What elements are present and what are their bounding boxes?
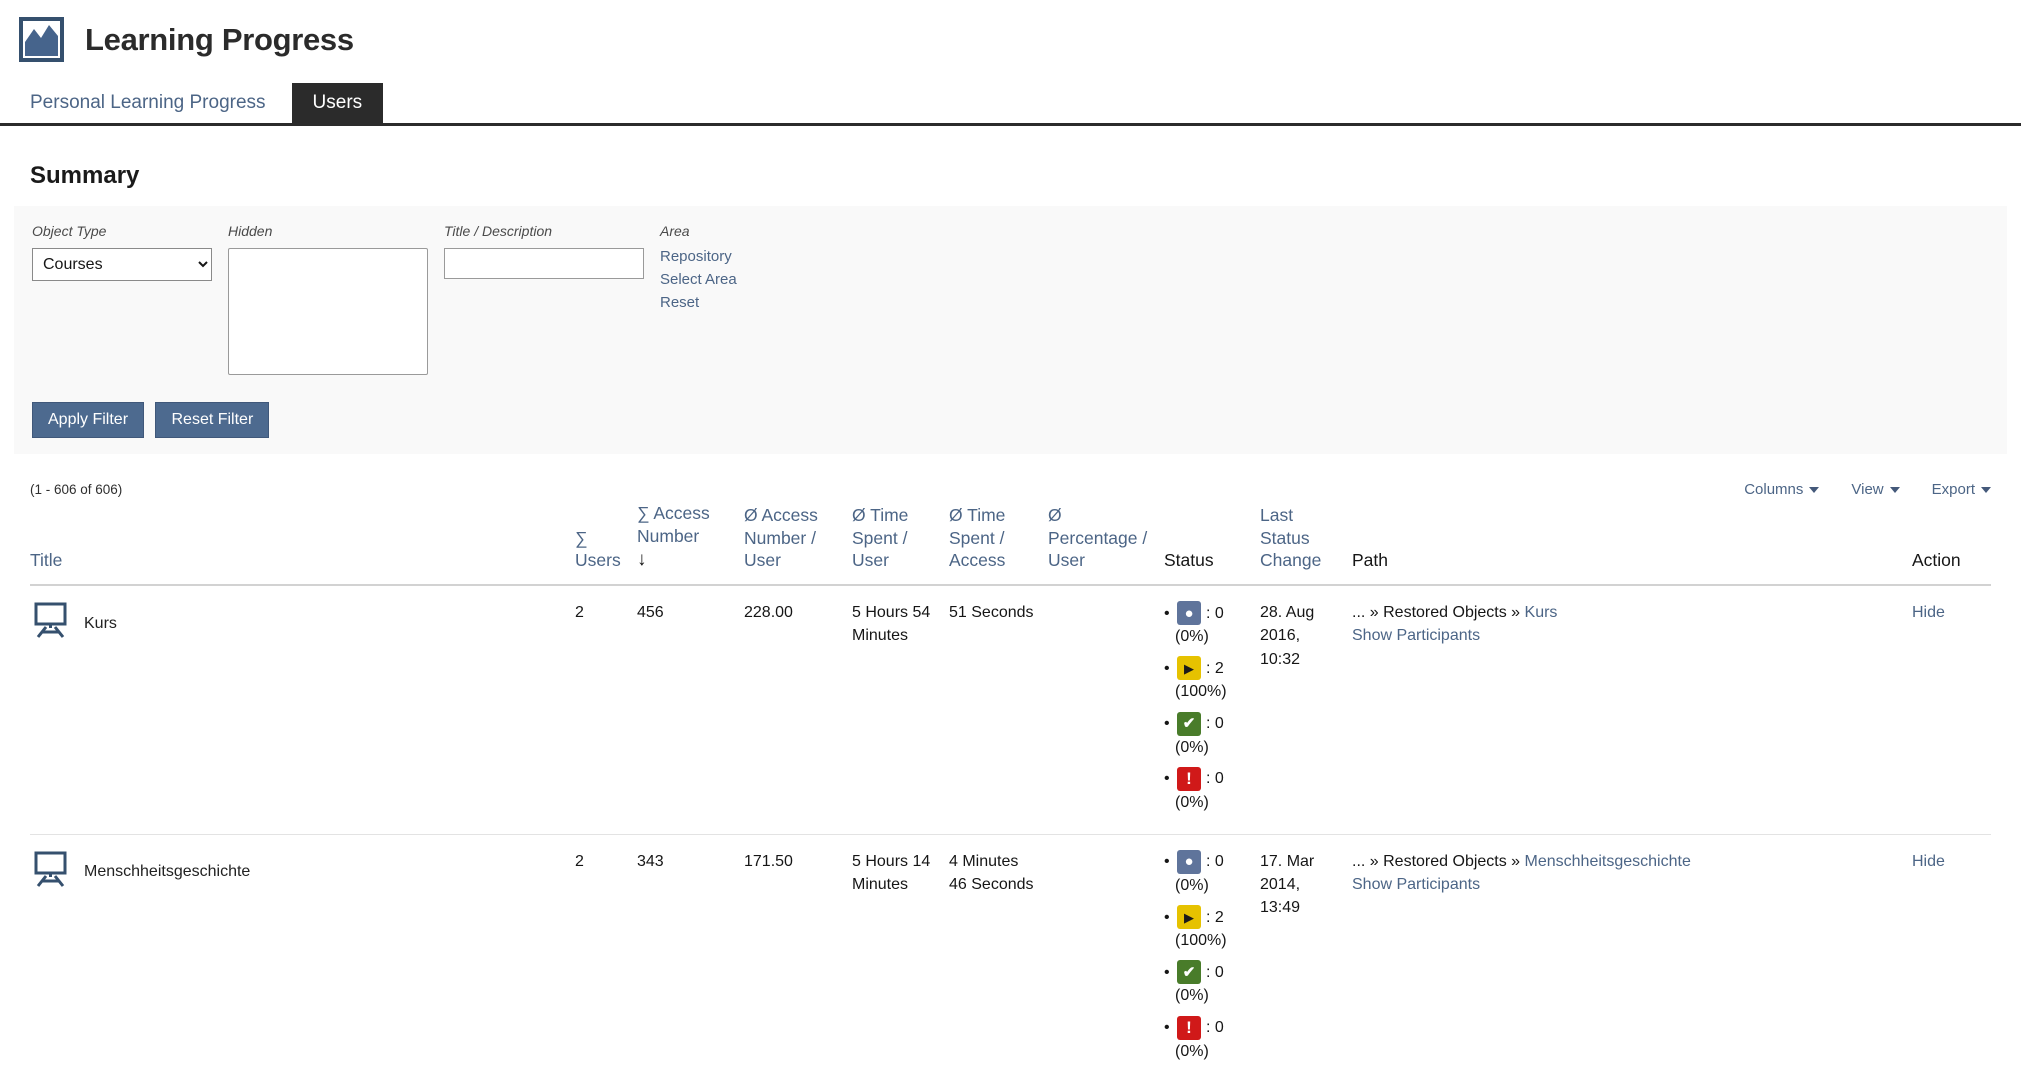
reset-filter-button[interactable]: Reset Filter xyxy=(155,402,269,438)
sort-descending-icon: ↓ xyxy=(637,548,734,573)
column-header-avg-access-number-per-user[interactable]: Ø Access Number / User xyxy=(744,502,852,585)
column-header-path: Path xyxy=(1352,502,1912,585)
breadcrumb: ... » Restored Objects » Kurs xyxy=(1352,601,1902,624)
results-table-area: (1 - 606 of 606) Columns View Export Tit… xyxy=(30,481,1991,1083)
object-type-label: Object Type xyxy=(32,223,212,239)
course-icon xyxy=(30,601,71,645)
tab-personal-learning-progress[interactable]: Personal Learning Progress xyxy=(30,83,266,123)
filter-panel: Object Type Courses Hidden Title / Descr… xyxy=(14,206,2007,454)
status-completed-icon xyxy=(1177,712,1201,736)
result-range-text: (1 - 606 of 606) xyxy=(30,482,122,497)
bar-chart-icon xyxy=(18,16,65,63)
path-course-link[interactable]: Menschheitsgeschichte xyxy=(1525,853,1691,870)
column-header-avg-percentage-per-user[interactable]: Ø Percentage / User xyxy=(1048,502,1164,585)
cell-time-spent-per-user: 5 Hours 14 Minutes xyxy=(852,834,949,1082)
column-header-sum-access-number[interactable]: ∑ Access Number ↓ xyxy=(637,502,744,585)
export-menu[interactable]: Export xyxy=(1932,481,1991,498)
cell-last-status-change: 28. Aug 2016, 10:32 xyxy=(1260,585,1352,834)
cell-access-number-per-user: 228.00 xyxy=(744,585,852,834)
column-header-action: Action xyxy=(1912,502,1991,585)
object-type-field: Object Type Courses xyxy=(32,223,212,281)
table-header-row: Title ∑ Users ∑ Access Number ↓ Ø Access… xyxy=(30,502,1991,585)
summary-heading: Summary xyxy=(30,162,2021,190)
column-header-avg-time-spent-per-user[interactable]: Ø Time Spent / User xyxy=(852,502,949,585)
status-in-progress-icon xyxy=(1177,656,1201,680)
row-title: Menschheitsgeschichte xyxy=(84,860,250,883)
title-description-input[interactable] xyxy=(444,248,644,279)
cell-percentage-per-user xyxy=(1048,834,1164,1082)
cell-users: 2 xyxy=(575,585,637,834)
cell-access-number: 456 xyxy=(637,585,744,834)
learning-progress-table: Title ∑ Users ∑ Access Number ↓ Ø Access… xyxy=(30,502,1991,1083)
cell-time-spent-per-access: 4 Minutes 46 Seconds xyxy=(949,834,1048,1082)
title-description-field: Title / Description xyxy=(444,223,644,279)
area-link-reset[interactable]: Reset xyxy=(660,294,737,312)
show-participants-link[interactable]: Show Participants xyxy=(1352,627,1480,644)
status-list: •: 0 (0%) •: 2 (100%) •: 0 (0%) •: 0 xyxy=(1164,850,1250,1063)
hidden-label: Hidden xyxy=(228,223,428,239)
column-header-title[interactable]: Title xyxy=(30,502,575,585)
cell-access-number: 343 xyxy=(637,834,744,1082)
area-link-select-area[interactable]: Select Area xyxy=(660,271,737,289)
cell-time-spent-per-user: 5 Hours 54 Minutes xyxy=(852,585,949,834)
breadcrumb: ... » Restored Objects » Menschheitsgesc… xyxy=(1352,850,1902,873)
tab-users[interactable]: Users xyxy=(292,83,384,123)
status-not-attempted-icon xyxy=(1177,601,1201,625)
page-title: Learning Progress xyxy=(85,22,354,58)
caret-down-icon xyxy=(1981,487,1991,493)
course-icon xyxy=(30,850,71,894)
tab-bar: Personal Learning Progress Users xyxy=(0,83,2021,126)
cell-percentage-per-user xyxy=(1048,585,1164,834)
row-title: Kurs xyxy=(84,612,117,635)
hidden-field: Hidden xyxy=(228,223,428,376)
column-header-last-status-change[interactable]: Last Status Change xyxy=(1260,502,1352,585)
title-description-label: Title / Description xyxy=(444,223,644,239)
column-header-sum-users[interactable]: ∑ Users xyxy=(575,502,637,585)
area-link-repository[interactable]: Repository xyxy=(660,248,737,266)
view-menu[interactable]: View xyxy=(1851,481,1899,498)
status-list: •: 0 (0%) •: 2 (100%) •: 0 (0%) •: 0 xyxy=(1164,601,1250,814)
show-participants-link[interactable]: Show Participants xyxy=(1352,876,1480,893)
page-header: Learning Progress xyxy=(0,0,2021,63)
status-not-attempted-icon xyxy=(1177,850,1201,874)
caret-down-icon xyxy=(1890,487,1900,493)
apply-filter-button[interactable]: Apply Filter xyxy=(32,402,144,438)
cell-time-spent-per-access: 51 Seconds xyxy=(949,585,1048,834)
table-row: Menschheitsgeschichte 2 343 171.50 5 Hou… xyxy=(30,834,1991,1082)
hidden-multiselect[interactable] xyxy=(228,248,428,375)
path-course-link[interactable]: Kurs xyxy=(1525,604,1558,621)
status-in-progress-icon xyxy=(1177,905,1201,929)
cell-users: 2 xyxy=(575,834,637,1082)
status-failed-icon xyxy=(1177,767,1201,791)
status-completed-icon xyxy=(1177,960,1201,984)
object-type-select[interactable]: Courses xyxy=(32,248,212,281)
cell-last-status-change: 17. Mar 2014, 13:49 xyxy=(1260,834,1352,1082)
area-label: Area xyxy=(660,223,737,239)
columns-menu[interactable]: Columns xyxy=(1744,481,1819,498)
column-header-status: Status xyxy=(1164,502,1260,585)
column-header-avg-time-spent-per-access[interactable]: Ø Time Spent / Access xyxy=(949,502,1048,585)
hide-action-link[interactable]: Hide xyxy=(1912,853,1945,870)
cell-access-number-per-user: 171.50 xyxy=(744,834,852,1082)
table-row: Kurs 2 456 228.00 5 Hours 54 Minutes 51 … xyxy=(30,585,1991,834)
status-failed-icon xyxy=(1177,1016,1201,1040)
area-field: Area Repository Select Area Reset xyxy=(660,223,737,317)
caret-down-icon xyxy=(1809,487,1819,493)
hide-action-link[interactable]: Hide xyxy=(1912,604,1945,621)
